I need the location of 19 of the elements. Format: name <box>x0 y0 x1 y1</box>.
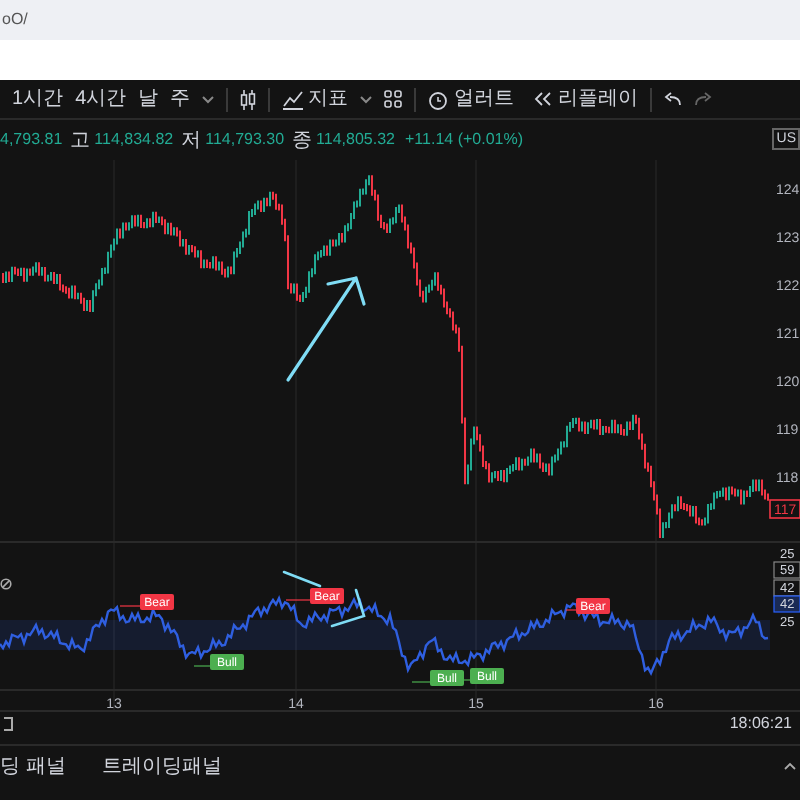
panel-tab[interactable]: 트레이딩패널 <box>101 751 222 781</box>
price-label: 고 <box>70 127 91 155</box>
price-label: 종 <box>292 127 313 155</box>
price-label: 저 <box>181 127 202 155</box>
price-value: 114,834.82 <box>94 128 174 152</box>
price-value: 4,793.81 <box>0 128 63 152</box>
indicators-button[interactable]: 지표 <box>282 84 349 114</box>
change-value: +11.14 (+0.01%) <box>405 128 524 152</box>
address-text: oO/ <box>2 8 28 32</box>
alert-button[interactable]: 얼러트 <box>428 84 515 114</box>
interval-button[interactable]: 4시간 <box>75 84 127 114</box>
interval-button[interactable]: 주 <box>170 84 191 114</box>
price-value: 114,793.30 <box>205 128 285 152</box>
price-value: 114,805.32 <box>316 128 395 152</box>
replay-button[interactable]: 리플레이 <box>534 84 639 114</box>
panel-tab[interactable]: 딩 패널 <box>0 751 66 781</box>
clock-text: 18:06:21 <box>729 711 794 735</box>
interval-button[interactable]: 1시간 <box>12 84 64 114</box>
interval-button[interactable]: 날 <box>138 84 159 114</box>
